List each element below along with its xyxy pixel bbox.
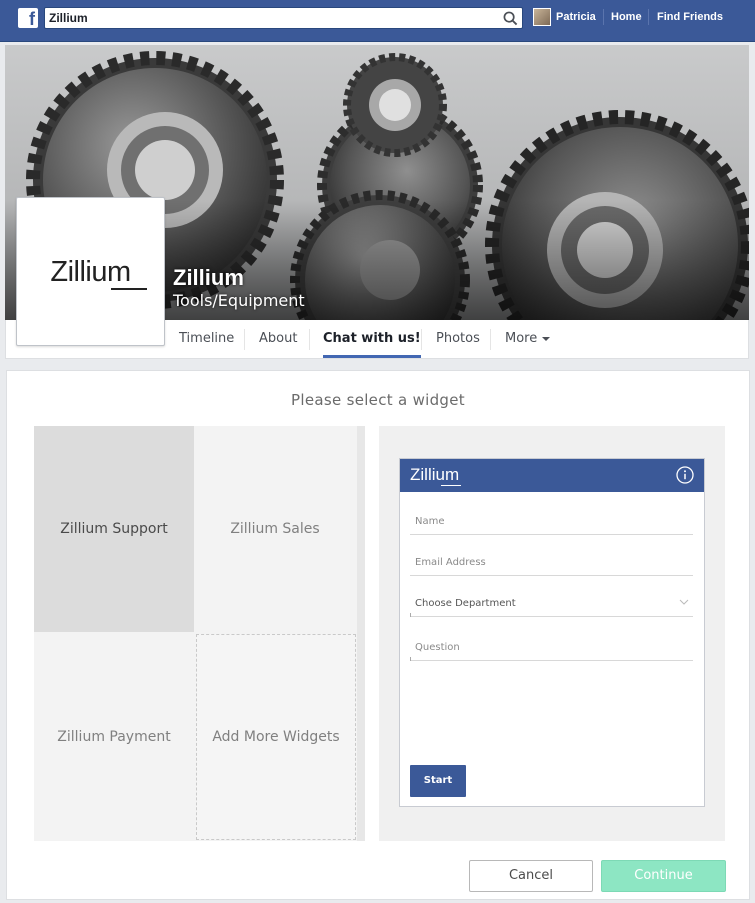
panel-title: Please select a widget: [291, 391, 465, 409]
top-navigation-bar: f Patricia Home Find Friends: [0, 0, 755, 42]
zillium-logo: Zillium: [50, 256, 131, 288]
name-field-placeholder: Name: [415, 516, 445, 527]
widget-tile-sales[interactable]: Zillium Sales: [195, 426, 355, 632]
logo-underline: [111, 288, 147, 290]
tab-photos[interactable]: Photos: [436, 320, 480, 358]
add-more-widgets-tile[interactable]: Add More Widgets: [196, 634, 356, 840]
tab-about[interactable]: About: [259, 320, 297, 358]
tab-divider: [244, 329, 245, 350]
info-icon[interactable]: [676, 466, 694, 484]
widget-tile-label: Add More Widgets: [212, 729, 340, 745]
continue-button[interactable]: Continue: [601, 860, 726, 892]
page-name[interactable]: Zillium: [173, 265, 244, 291]
widget-logo: Zillium: [410, 465, 460, 484]
chevron-down-icon: [679, 599, 689, 605]
name-field[interactable]: Name: [410, 515, 693, 535]
field-tick: [410, 613, 411, 617]
chat-widget-form: Zillium Name Email Address Choose Depart…: [399, 458, 705, 807]
start-button[interactable]: Start: [410, 765, 466, 797]
caret-down-icon: [542, 336, 551, 341]
field-tick: [410, 657, 411, 661]
question-field-placeholder: Question: [415, 642, 460, 653]
nav-divider: [648, 9, 649, 25]
widget-tile-label: Zillium Support: [60, 521, 168, 537]
profile-link[interactable]: Patricia: [556, 11, 596, 23]
home-link[interactable]: Home: [611, 11, 642, 23]
tab-chat-with-us[interactable]: Chat with us!: [323, 320, 421, 358]
email-field-placeholder: Email Address: [415, 557, 486, 568]
search-input[interactable]: [49, 9, 489, 27]
profile-picture[interactable]: Zillium: [16, 197, 165, 346]
question-field[interactable]: Question: [410, 641, 693, 661]
user-avatar[interactable]: [533, 8, 551, 26]
find-friends-link[interactable]: Find Friends: [657, 11, 723, 23]
tab-more-label: More: [505, 331, 538, 346]
widget-tile-payment[interactable]: Zillium Payment: [34, 634, 194, 840]
tab-more[interactable]: More: [505, 320, 551, 358]
department-select-value: Choose Department: [415, 598, 516, 609]
search-icon[interactable]: [503, 11, 518, 26]
page-category[interactable]: Tools/Equipment: [173, 291, 305, 310]
tab-divider: [421, 329, 422, 350]
cancel-button[interactable]: Cancel: [469, 860, 593, 892]
widget-grid: Zillium Support Zillium Sales Zillium Pa…: [34, 426, 357, 841]
widget-tile-label: Zillium Sales: [230, 521, 320, 537]
nav-divider: [603, 9, 604, 25]
widget-header: Zillium: [400, 459, 704, 492]
widget-preview: Zillium Name Email Address Choose Depart…: [379, 426, 725, 841]
grid-scrollbar[interactable]: [357, 426, 365, 841]
email-field[interactable]: Email Address: [410, 556, 693, 576]
widget-tile-label: Zillium Payment: [57, 729, 171, 745]
widget-tile-support[interactable]: Zillium Support: [34, 426, 194, 632]
search-box[interactable]: [44, 7, 523, 29]
facebook-logo-icon[interactable]: f: [18, 8, 38, 28]
tab-divider: [309, 329, 310, 350]
widget-selection-panel: Please select a widget Zillium Support Z…: [6, 370, 750, 900]
tab-divider: [490, 329, 491, 350]
tab-timeline[interactable]: Timeline: [179, 320, 234, 358]
widget-logo-underline: [441, 485, 461, 486]
department-select[interactable]: Choose Department: [410, 597, 693, 617]
